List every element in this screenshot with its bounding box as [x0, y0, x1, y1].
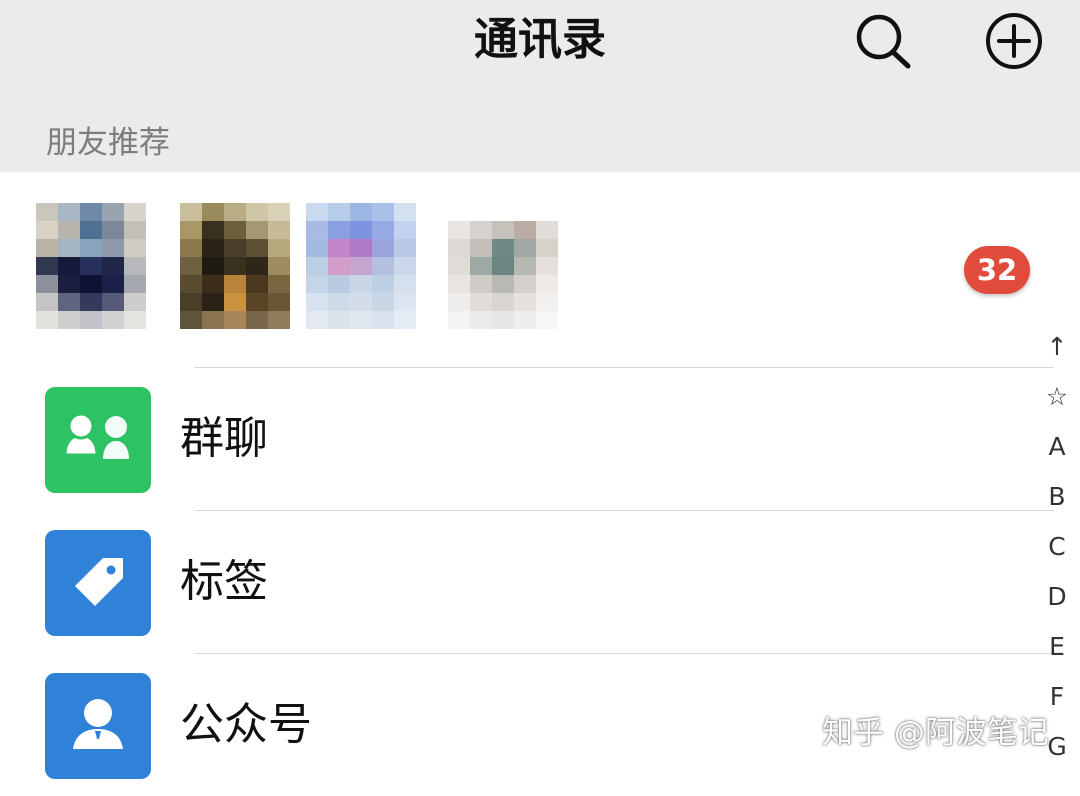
friend-recommend-strip[interactable]: 32	[0, 172, 1080, 368]
watermark: 知乎 @阿波笔记	[822, 715, 1049, 751]
add-button[interactable]	[980, 8, 1046, 74]
add-circle-icon	[986, 13, 1042, 69]
avatar[interactable]	[306, 203, 416, 329]
group-chat-row[interactable]: 群聊	[0, 368, 1030, 510]
tags-row[interactable]: 标签	[0, 511, 1030, 653]
search-button[interactable]	[850, 8, 916, 74]
group-chat-icon	[45, 387, 151, 493]
avatar[interactable]	[36, 203, 146, 329]
index-item-star[interactable]: ☆	[1034, 372, 1080, 422]
index-item-top[interactable]: ↑	[1034, 322, 1080, 372]
index-item-a[interactable]: A	[1034, 422, 1080, 472]
top-bar: 通讯录 朋友推荐	[0, 0, 1080, 172]
search-icon	[856, 14, 911, 69]
tag-icon	[45, 530, 151, 636]
index-item-b[interactable]: B	[1034, 472, 1080, 522]
page-title: 通讯录	[474, 14, 606, 65]
group-chat-label: 群聊	[180, 413, 268, 464]
avatar[interactable]	[180, 203, 290, 329]
unread-count-badge: 32	[964, 246, 1030, 294]
index-item-d[interactable]: D	[1034, 572, 1080, 622]
avatar[interactable]	[448, 203, 558, 329]
index-item-c[interactable]: C	[1034, 522, 1080, 572]
official-account-icon	[45, 673, 151, 779]
index-item-e[interactable]: E	[1034, 622, 1080, 672]
alphabet-index-bar[interactable]: ↑ ☆ A B C D E F G	[1034, 322, 1080, 772]
tags-label: 标签	[180, 556, 268, 607]
section-label-recommend: 朋友推荐	[46, 125, 170, 161]
official-accounts-label: 公众号	[180, 699, 312, 750]
